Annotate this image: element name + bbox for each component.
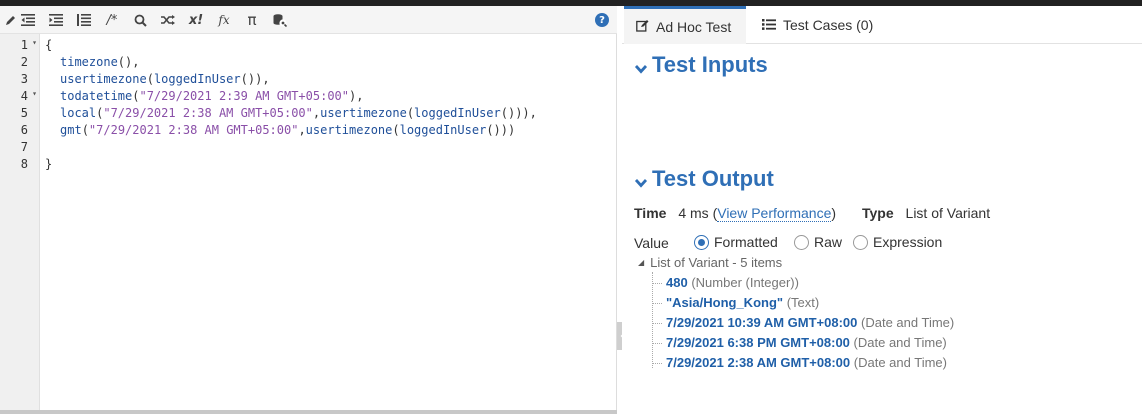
radio-raw[interactable]: Raw	[794, 234, 842, 250]
comment-icon[interactable]: /*	[101, 10, 123, 30]
line-number: 1	[20, 38, 28, 52]
radio-empty-icon	[794, 234, 809, 250]
tree-item: "Asia/Hong_Kong" (Text)	[652, 295, 819, 310]
function-icon[interactable]: fx	[213, 10, 235, 30]
line-number-gutter: 1 ▾ 2 3 4 ▾ 5 6 7 8	[0, 34, 40, 410]
chevron-down-icon	[634, 56, 648, 74]
code-line: todatetime("7/29/2021 2:39 AM GMT+05:00"…	[60, 89, 364, 103]
fold-toggle-icon[interactable]: ▾	[32, 89, 37, 98]
code-line: local("7/29/2021 2:38 AM GMT+05:00",user…	[60, 106, 537, 120]
code-line: gmt("7/29/2021 2:38 AM GMT+05:00",userti…	[60, 123, 516, 137]
code-line: timezone(),	[60, 55, 140, 69]
type-row: Type List of Variant	[862, 205, 990, 221]
line-number: 5	[20, 106, 28, 120]
fold-toggle-icon[interactable]: ▾	[32, 38, 37, 47]
help-icon[interactable]: ?	[595, 13, 609, 27]
type-value: List of Variant	[905, 205, 991, 221]
tree-item: 7/29/2021 6:38 PM GMT+08:00 (Date and Ti…	[652, 335, 947, 350]
test-tabs: Ad Hoc Test Test Cases (0)	[622, 6, 1142, 44]
list-icon	[762, 18, 776, 33]
radio-expression[interactable]: Expression	[853, 234, 942, 250]
radio-selected-icon	[694, 234, 709, 250]
tree-item: 7/29/2021 2:38 AM GMT+08:00 (Date and Ti…	[652, 355, 947, 370]
value-label: Value	[634, 235, 669, 251]
outdent-icon[interactable]	[17, 10, 39, 30]
x-factorial-icon[interactable]: x!	[185, 10, 207, 30]
shuffle-icon[interactable]	[157, 10, 179, 30]
type-label: Type	[862, 205, 894, 221]
time-value: 4 ms	[678, 205, 709, 221]
tree-item: 480 (Number (Integer))	[652, 275, 799, 290]
database-search-icon[interactable]	[269, 10, 291, 30]
editor-toolbar: /* x! fx π ?	[0, 6, 617, 34]
indent-icon[interactable]	[45, 10, 67, 30]
radio-formatted[interactable]: Formatted	[694, 234, 778, 250]
editor-bottom-border	[0, 410, 617, 414]
line-number: 2	[20, 55, 28, 69]
search-icon[interactable]	[129, 10, 151, 30]
value-format-radios: Formatted Raw Expression	[694, 234, 994, 252]
test-panel: Ad Hoc Test Test Cases (0) Test Inputs T…	[622, 6, 1142, 414]
radio-empty-icon	[853, 234, 868, 250]
test-inputs-header[interactable]: Test Inputs	[634, 52, 768, 78]
edit-icon	[636, 19, 649, 35]
time-label: Time	[634, 205, 667, 221]
result-tree-root[interactable]: ◢ List of Variant - 5 items	[638, 255, 782, 270]
format-icon[interactable]	[73, 10, 95, 30]
view-performance-link[interactable]: View Performance	[717, 205, 832, 222]
code-line: {	[45, 38, 53, 52]
tree-item: 7/29/2021 10:39 AM GMT+08:00 (Date and T…	[652, 315, 954, 330]
line-number: 8	[20, 157, 28, 171]
code-line: }	[45, 157, 53, 171]
line-number: 3	[20, 72, 28, 86]
tab-test-cases[interactable]: Test Cases (0)	[762, 6, 892, 44]
time-row: Time 4 ms (View Performance)	[634, 205, 837, 222]
line-number: 4	[20, 89, 28, 103]
collapse-triangle-icon[interactable]: ◢	[638, 258, 644, 267]
tree-connector	[652, 272, 653, 368]
test-output-header[interactable]: Test Output	[634, 166, 774, 192]
line-number: 6	[20, 123, 28, 137]
line-number: 7	[20, 140, 28, 154]
pi-icon[interactable]: π	[241, 10, 263, 30]
chevron-down-icon	[634, 170, 648, 188]
expression-editor: /* x! fx π ? 1 ▾ 2 3 4 ▾ 5 6 7 8 { timezon…	[0, 6, 617, 414]
tab-ad-hoc-test[interactable]: Ad Hoc Test	[624, 6, 746, 44]
code-line: usertimezone(loggedInUser()),	[60, 72, 270, 86]
